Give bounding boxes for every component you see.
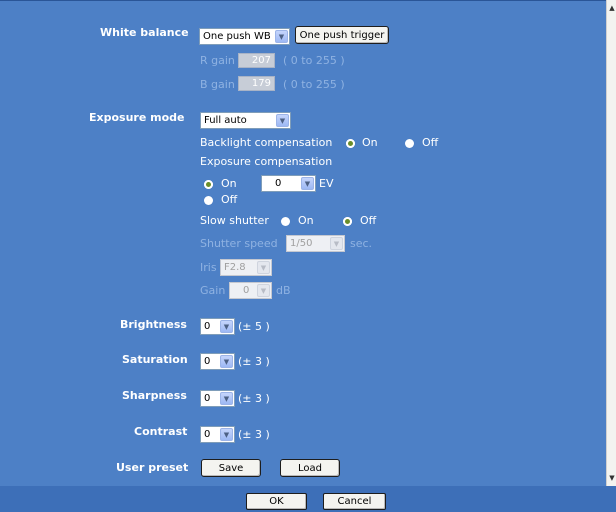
sharpness-select[interactable]: 0 ▼ — [200, 390, 235, 407]
contrast-range: (± 3 ) — [238, 428, 270, 441]
iris-select[interactable]: F2.8 ▼ — [220, 259, 272, 276]
iris-value: F2.8 — [224, 262, 246, 273]
ok-button[interactable]: OK — [246, 493, 307, 510]
r-gain-label: R gain — [200, 54, 235, 67]
contrast-label: Contrast — [134, 425, 188, 438]
settings-panel: White balance One push WB ▼ One push tri… — [0, 0, 606, 486]
backlight-on-radio[interactable] — [346, 139, 355, 148]
vertical-scrollbar[interactable]: ▲ ▼ — [606, 0, 616, 486]
preset-load-button[interactable]: Load — [280, 459, 340, 477]
shutter-speed-unit: sec. — [350, 237, 373, 250]
exposure-comp-on-radio[interactable] — [204, 180, 213, 189]
b-gain-range: ( 0 to 255 ) — [283, 78, 345, 91]
shutter-speed-select[interactable]: 1/50 ▼ — [286, 235, 345, 252]
exposure-compensation-label: Exposure compensation — [200, 155, 333, 168]
r-gain-range: ( 0 to 255 ) — [283, 54, 345, 67]
chevron-down-icon: ▼ — [257, 284, 270, 297]
slow-shutter-label: Slow shutter — [200, 214, 269, 227]
backlight-off-label: Off — [422, 136, 439, 149]
chevron-down-icon: ▼ — [301, 177, 314, 190]
exposure-comp-select[interactable]: 0 ▼ — [261, 175, 316, 192]
gain-label: Gain — [200, 284, 226, 297]
sharpness-range: (± 3 ) — [238, 392, 270, 405]
slow-shutter-on-radio[interactable] — [281, 217, 290, 226]
saturation-label: Saturation — [122, 353, 188, 366]
exposure-mode-select[interactable]: Full auto ▼ — [200, 112, 291, 129]
exposure-mode-label: Exposure mode — [89, 111, 185, 124]
chevron-down-icon: ▼ — [220, 428, 233, 441]
brightness-select[interactable]: 0 ▼ — [200, 318, 235, 335]
contrast-value: 0 — [204, 429, 211, 440]
user-preset-label: User preset — [116, 461, 189, 474]
backlight-on-label: On — [362, 136, 378, 149]
brightness-value: 0 — [204, 321, 211, 332]
exposure-mode-value: Full auto — [204, 115, 247, 126]
chevron-down-icon: ▼ — [276, 114, 289, 127]
backlight-compensation-label: Backlight compensation — [200, 136, 333, 149]
chevron-down-icon: ▼ — [275, 30, 288, 43]
iris-label: Iris — [200, 261, 217, 274]
chevron-down-icon: ▼ — [257, 261, 270, 274]
chevron-down-icon: ▼ — [220, 355, 233, 368]
b-gain-label: B gain — [200, 78, 235, 91]
contrast-select[interactable]: 0 ▼ — [200, 426, 235, 443]
slow-shutter-off-radio[interactable] — [343, 217, 352, 226]
chevron-down-icon: ▼ — [330, 237, 343, 250]
saturation-select[interactable]: 0 ▼ — [200, 353, 235, 370]
exposure-comp-value: 0 — [275, 178, 282, 189]
gain-value: 0 — [243, 285, 250, 296]
slow-shutter-off-label: Off — [360, 214, 377, 227]
saturation-range: (± 3 ) — [238, 355, 270, 368]
backlight-off-radio[interactable] — [405, 139, 414, 148]
exposure-comp-on-label: On — [221, 177, 237, 190]
scroll-down-icon[interactable]: ▼ — [608, 472, 616, 484]
exposure-comp-off-label: Off — [221, 193, 238, 206]
chevron-down-icon: ▼ — [220, 320, 233, 333]
chevron-down-icon: ▼ — [220, 392, 233, 405]
preset-save-button[interactable]: Save — [201, 459, 261, 477]
brightness-label: Brightness — [120, 318, 187, 331]
brightness-range: (± 5 ) — [238, 320, 270, 333]
footer-bar: OK Cancel — [0, 486, 616, 512]
cancel-button[interactable]: Cancel — [323, 493, 386, 510]
r-gain-field[interactable]: 207 — [238, 53, 275, 68]
white-balance-value: One push WB — [203, 31, 271, 42]
shutter-speed-label: Shutter speed — [200, 237, 278, 250]
white-balance-label: White balance — [100, 26, 189, 39]
exposure-comp-off-radio[interactable] — [204, 196, 213, 205]
sharpness-value: 0 — [204, 393, 211, 404]
exposure-comp-unit: EV — [319, 177, 334, 190]
gain-unit: dB — [276, 284, 291, 297]
slow-shutter-on-label: On — [298, 214, 314, 227]
scroll-up-icon[interactable]: ▲ — [608, 2, 616, 14]
saturation-value: 0 — [204, 356, 211, 367]
gain-select[interactable]: 0 ▼ — [229, 282, 272, 299]
one-push-trigger-button[interactable]: One push trigger — [295, 26, 389, 44]
b-gain-field[interactable]: 179 — [238, 76, 275, 91]
shutter-speed-value: 1/50 — [290, 238, 313, 249]
sharpness-label: Sharpness — [122, 389, 187, 402]
white-balance-select[interactable]: One push WB ▼ — [199, 28, 290, 45]
